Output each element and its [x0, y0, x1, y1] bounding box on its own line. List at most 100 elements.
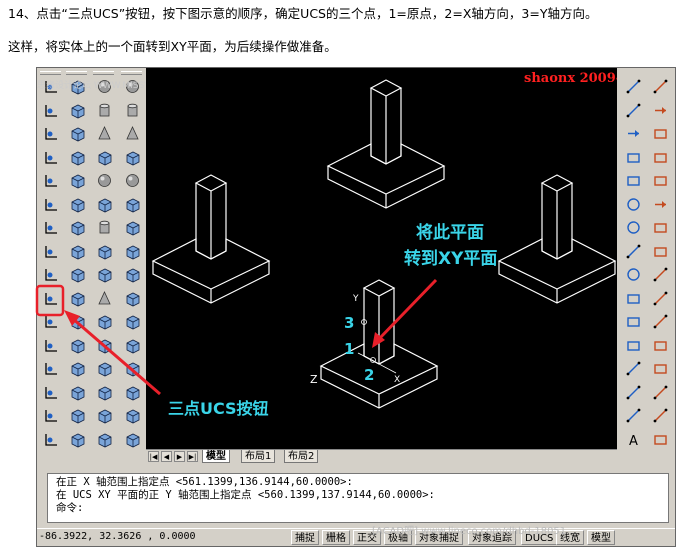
tbR2-tool-line-button[interactable] [650, 405, 671, 426]
tbR2-tool-rect-button[interactable] [650, 358, 671, 379]
toolbar-grip[interactable] [40, 71, 61, 75]
tbR2-tool-rect-button[interactable] [650, 123, 671, 144]
tbR1-tool-line-button[interactable] [623, 358, 644, 379]
tb4-tool-box-button[interactable] [122, 429, 143, 450]
toolbar-grip[interactable] [93, 71, 114, 75]
tb1-tool-ucs-button[interactable] [41, 335, 62, 356]
tb4-tool-sphere-button[interactable] [122, 170, 143, 191]
tb4-tool-box-button[interactable] [122, 382, 143, 403]
tb2-tool-box-button[interactable] [67, 264, 88, 285]
tb2-tool-box-button[interactable] [67, 123, 88, 144]
tb1-tool-ucs-button[interactable] [41, 147, 62, 168]
tb3-tool-box-button[interactable] [94, 194, 115, 215]
tbR2-tool-line-button[interactable] [650, 76, 671, 97]
tb4-tool-cyl-button[interactable] [122, 100, 143, 121]
tbR1-tool-rect-button[interactable] [623, 311, 644, 332]
command-window[interactable]: 在正 X 轴范围上指定点 <561.1399,136.9144,60.0000>… [47, 473, 669, 523]
tb1-tool-ucs-button[interactable] [41, 264, 62, 285]
tb2-tool-box-button[interactable] [67, 147, 88, 168]
tb3-tool-box-button[interactable] [94, 147, 115, 168]
tb4-tool-box-button[interactable] [122, 264, 143, 285]
toolbar-grip[interactable] [121, 71, 142, 75]
tb4-tool-box-button[interactable] [122, 241, 143, 262]
tb1-tool-ucs-button[interactable] [41, 194, 62, 215]
tbR2-tool-line-button[interactable] [650, 264, 671, 285]
tbR1-tool-line-button[interactable] [623, 241, 644, 262]
tb1-tool-ucs-button[interactable] [41, 288, 62, 309]
tbR1-tool-rect-button[interactable] [623, 335, 644, 356]
tbR1-tool-circle-button[interactable] [623, 194, 644, 215]
tbR2-tool-rect-button[interactable] [650, 170, 671, 191]
tbR1-tool-rect-button[interactable] [623, 147, 644, 168]
tbR2-tool-line-button[interactable] [650, 382, 671, 403]
tb3-tool-box-button[interactable] [94, 264, 115, 285]
tbR2-tool-arrow-button[interactable] [650, 194, 671, 215]
tb4-tool-box-button[interactable] [122, 288, 143, 309]
tb1-tool-ucs-button[interactable] [41, 358, 62, 379]
tb1-tool-ucs-button[interactable] [41, 382, 62, 403]
tbR2-tool-rect-button[interactable] [650, 241, 671, 262]
tb1-tool-ucs-button[interactable] [41, 311, 62, 332]
tb4-tool-box-button[interactable] [122, 405, 143, 426]
tb3-tool-box-button[interactable] [94, 311, 115, 332]
tab-nav-prev[interactable]: ◀ [161, 451, 172, 462]
tb3-tool-box-button[interactable] [94, 405, 115, 426]
grid-toggle[interactable]: 栅格 [322, 530, 350, 545]
tbR2-tool-arrow-button[interactable] [650, 100, 671, 121]
tbR1-tool-line-button[interactable] [623, 76, 644, 97]
tb2-tool-box-button[interactable] [67, 335, 88, 356]
tb2-tool-box-button[interactable] [67, 429, 88, 450]
tb1-tool-ucs-button[interactable] [41, 241, 62, 262]
tb2-tool-box-button[interactable] [67, 170, 88, 191]
snap-toggle[interactable]: 捕捉 [291, 530, 319, 545]
tbR1-tool-line-button[interactable] [623, 382, 644, 403]
toolbar-grip[interactable] [66, 71, 87, 75]
tbR1-tool-text-button[interactable]: A [623, 429, 644, 450]
drawing-viewport[interactable]: 将此平面 转到XY平面 3 1 2 Y X Z shaonx 2009-9-13 [146, 68, 617, 449]
tb4-tool-box-button[interactable] [122, 194, 143, 215]
model-toggle[interactable]: 模型 [587, 530, 615, 545]
tab-nav-last[interactable]: ▶| [187, 451, 198, 462]
tb3-tool-box-button[interactable] [94, 429, 115, 450]
tb3-tool-box-button[interactable] [94, 335, 115, 356]
tab-nav-next[interactable]: ▶ [174, 451, 185, 462]
tbR2-tool-rect-button[interactable] [650, 147, 671, 168]
tb1-tool-ucs-button[interactable] [41, 170, 62, 191]
tb3-tool-box-button[interactable] [94, 358, 115, 379]
tab-layout1[interactable]: 布局1 [241, 450, 276, 463]
tb3-tool-cone-button[interactable] [94, 288, 115, 309]
tbR2-tool-line-button[interactable] [650, 288, 671, 309]
tab-layout2[interactable]: 布局2 [284, 450, 319, 463]
tb2-tool-box-button[interactable] [67, 405, 88, 426]
tb2-tool-box-button[interactable] [67, 311, 88, 332]
tb4-tool-box-button[interactable] [122, 147, 143, 168]
tb1-tool-ucs-button[interactable] [41, 123, 62, 144]
tb2-tool-box-button[interactable] [67, 241, 88, 262]
tbR2-tool-line-button[interactable] [650, 311, 671, 332]
tb4-tool-box-button[interactable] [122, 358, 143, 379]
tb2-tool-box-button[interactable] [67, 288, 88, 309]
tbR2-tool-rect-button[interactable] [650, 429, 671, 450]
tbR1-tool-rect-button[interactable] [623, 170, 644, 191]
tb2-tool-box-button[interactable] [67, 358, 88, 379]
tbR2-tool-rect-button[interactable] [650, 335, 671, 356]
tb1-tool-ucs-button[interactable] [41, 217, 62, 238]
tb3-tool-cyl-button[interactable] [94, 217, 115, 238]
command-prompt[interactable]: 命令: [56, 502, 668, 515]
tb3-tool-cone-button[interactable] [94, 123, 115, 144]
tb2-tool-box-button[interactable] [67, 217, 88, 238]
tb1-tool-ucs-button[interactable] [41, 405, 62, 426]
tbR1-tool-rect-button[interactable] [623, 288, 644, 309]
tbR1-tool-circle-button[interactable] [623, 264, 644, 285]
tb2-tool-box-button[interactable] [67, 194, 88, 215]
tb4-tool-cone-button[interactable] [122, 123, 143, 144]
tab-model[interactable]: 模型 [202, 450, 230, 463]
tb4-tool-box-button[interactable] [122, 217, 143, 238]
tb4-tool-box-button[interactable] [122, 311, 143, 332]
tab-nav-first[interactable]: |◀ [148, 451, 159, 462]
tb3-tool-box-button[interactable] [94, 241, 115, 262]
tbR1-tool-line-button[interactable] [623, 405, 644, 426]
tb2-tool-box-button[interactable] [67, 100, 88, 121]
tbR1-tool-arrow-button[interactable] [623, 123, 644, 144]
tb3-tool-box-button[interactable] [94, 382, 115, 403]
